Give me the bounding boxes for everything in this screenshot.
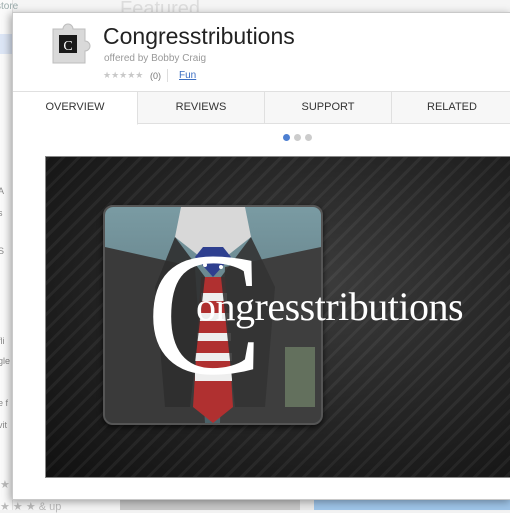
- background-text-fragment: vit: [0, 420, 7, 430]
- category-link[interactable]: Fun: [179, 70, 196, 81]
- byline-divider: [167, 69, 168, 82]
- background-text-fragment: gle: [0, 356, 11, 366]
- background-star-rating: ★: [0, 479, 11, 491]
- background-store-label: store: [0, 1, 19, 12]
- tab-reviews[interactable]: REVIEWS: [138, 92, 265, 123]
- promo-screenshot[interactable]: C ongresstributions: [45, 156, 510, 478]
- rating-count: (0): [150, 71, 161, 81]
- background-star-rating: ★ ★ ★ & up: [0, 501, 62, 513]
- tab-bar: OVERVIEW REVIEWS SUPPORT RELATED: [13, 91, 510, 125]
- carousel-indicators: [283, 134, 312, 141]
- background-text-fragment: s: [0, 208, 3, 218]
- background-text-fragment: A: [0, 186, 5, 196]
- tab-related[interactable]: RELATED: [392, 92, 510, 123]
- app-icon-letter: C: [63, 39, 72, 54]
- carousel-dot[interactable]: [305, 134, 312, 141]
- background-text-fragment: S: [0, 246, 5, 256]
- tab-support[interactable]: SUPPORT: [265, 92, 392, 123]
- extension-detail-dialog: C Congresstributions offered by Bobby Cr…: [12, 12, 510, 500]
- app-title: Congresstributions: [103, 23, 295, 49]
- puzzle-piece-icon: C: [52, 23, 91, 64]
- background-text-fragment: e f: [0, 398, 9, 408]
- carousel-dot[interactable]: [283, 134, 290, 141]
- carousel-dot[interactable]: [294, 134, 301, 141]
- app-byline: offered by Bobby Craig: [104, 53, 207, 64]
- background-selected-strip: [0, 34, 12, 54]
- promo-wordmark: ongresstributions: [196, 284, 464, 329]
- star-rating-icon: ★★★★★: [103, 70, 144, 80]
- tab-overview[interactable]: OVERVIEW: [13, 92, 138, 125]
- background-text-fragment: fli: [0, 336, 5, 346]
